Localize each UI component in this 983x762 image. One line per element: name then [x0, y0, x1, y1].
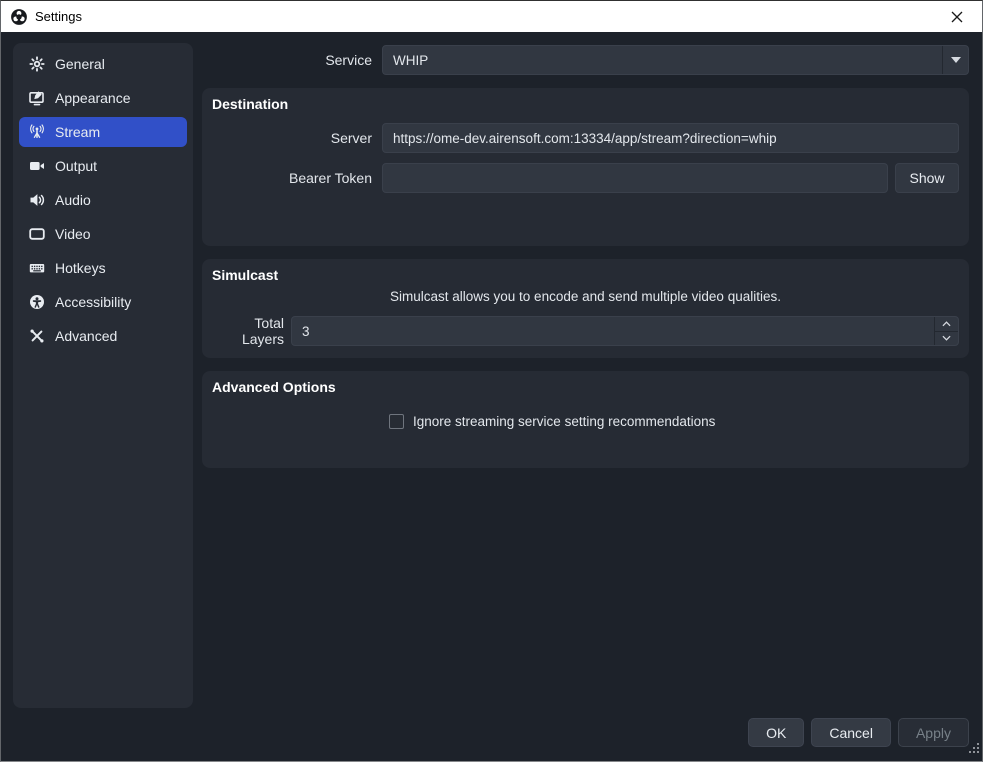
spinner-down-button[interactable]: [935, 332, 958, 346]
sidebar-item-label: Accessibility: [55, 294, 131, 310]
sidebar-item-accessibility[interactable]: Accessibility: [19, 287, 187, 317]
destination-title: Destination: [212, 96, 959, 112]
accessibility-icon: [29, 294, 45, 310]
ok-button[interactable]: OK: [748, 718, 804, 747]
sidebar-item-label: Advanced: [55, 328, 117, 344]
advanced-options-title: Advanced Options: [212, 379, 959, 395]
advanced-options-section: Advanced Options Ignore streaming servic…: [202, 371, 969, 468]
sidebar-item-label: Audio: [55, 192, 91, 208]
bearer-token-input[interactable]: [382, 163, 888, 193]
audio-icon: [29, 192, 45, 208]
sidebar-item-video[interactable]: Video: [19, 219, 187, 249]
ignore-recommendations-label: Ignore streaming service setting recomme…: [413, 414, 715, 429]
settings-sidebar: General Appearance Stream Output Audio Video H…: [13, 43, 193, 708]
hotkeys-icon: [29, 260, 45, 276]
chevron-down-icon: [942, 335, 951, 341]
sidebar-item-label: Appearance: [55, 90, 131, 106]
obs-logo-icon: [10, 8, 28, 26]
gear-icon: [29, 56, 45, 72]
video-icon: [29, 226, 45, 242]
close-icon: [951, 11, 963, 23]
bearer-token-label: Bearer Token: [212, 170, 382, 186]
service-value: WHIP: [393, 53, 428, 68]
service-label: Service: [202, 52, 382, 68]
spinner-buttons: [934, 317, 958, 345]
service-dropdown[interactable]: WHIP: [382, 45, 969, 75]
appearance-icon: [29, 90, 45, 106]
close-button[interactable]: [940, 1, 974, 32]
show-button[interactable]: Show: [895, 163, 959, 193]
stream-icon: [29, 124, 45, 140]
dropdown-arrow-icon: [942, 46, 968, 74]
sidebar-item-appearance[interactable]: Appearance: [19, 83, 187, 113]
destination-section: Destination Server Bearer Token Show: [202, 88, 969, 246]
titlebar[interactable]: Settings: [1, 1, 982, 32]
sidebar-item-output[interactable]: Output: [19, 151, 187, 181]
sidebar-item-label: General: [55, 56, 105, 72]
stream-settings-page: Service WHIP Destination Server Bearer T…: [202, 43, 969, 762]
sidebar-item-general[interactable]: General: [19, 49, 187, 79]
resize-grip-icon: [968, 742, 980, 754]
sidebar-item-label: Stream: [55, 124, 100, 140]
total-layers-label: Total Layers: [212, 315, 284, 347]
chevron-up-icon: [942, 321, 951, 327]
dialog-buttons: OK Cancel Apply: [748, 718, 969, 747]
service-row: Service WHIP: [202, 45, 969, 75]
server-label: Server: [212, 130, 382, 146]
cancel-button[interactable]: Cancel: [811, 718, 891, 747]
sidebar-item-label: Output: [55, 158, 97, 174]
sidebar-item-advanced[interactable]: Advanced: [19, 321, 187, 351]
simulcast-title: Simulcast: [212, 267, 959, 283]
simulcast-section: Simulcast Simulcast allows you to encode…: [202, 259, 969, 358]
sidebar-item-hotkeys[interactable]: Hotkeys: [19, 253, 187, 283]
sidebar-item-audio[interactable]: Audio: [19, 185, 187, 215]
ignore-recommendations-row: Ignore streaming service setting recomme…: [389, 414, 959, 429]
output-icon: [29, 158, 45, 174]
sidebar-item-label: Hotkeys: [55, 260, 106, 276]
server-row: Server: [212, 123, 959, 153]
spinner-up-button[interactable]: [935, 317, 958, 332]
ignore-recommendations-checkbox[interactable]: [389, 414, 404, 429]
server-input[interactable]: [382, 123, 959, 153]
window-title: Settings: [35, 9, 82, 24]
resize-grip[interactable]: [968, 741, 980, 759]
sidebar-item-label: Video: [55, 226, 91, 242]
settings-window: Settings General Appearance Stream Output Au…: [0, 0, 983, 762]
bearer-token-row: Bearer Token Show: [212, 163, 959, 193]
advanced-icon: [29, 328, 45, 344]
total-layers-row: Total Layers 3: [212, 316, 959, 346]
simulcast-description: Simulcast allows you to encode and send …: [212, 289, 959, 305]
sidebar-item-stream[interactable]: Stream: [19, 117, 187, 147]
total-layers-value: 3: [302, 324, 310, 339]
total-layers-spinner[interactable]: 3: [291, 316, 959, 346]
apply-button: Apply: [898, 718, 969, 747]
